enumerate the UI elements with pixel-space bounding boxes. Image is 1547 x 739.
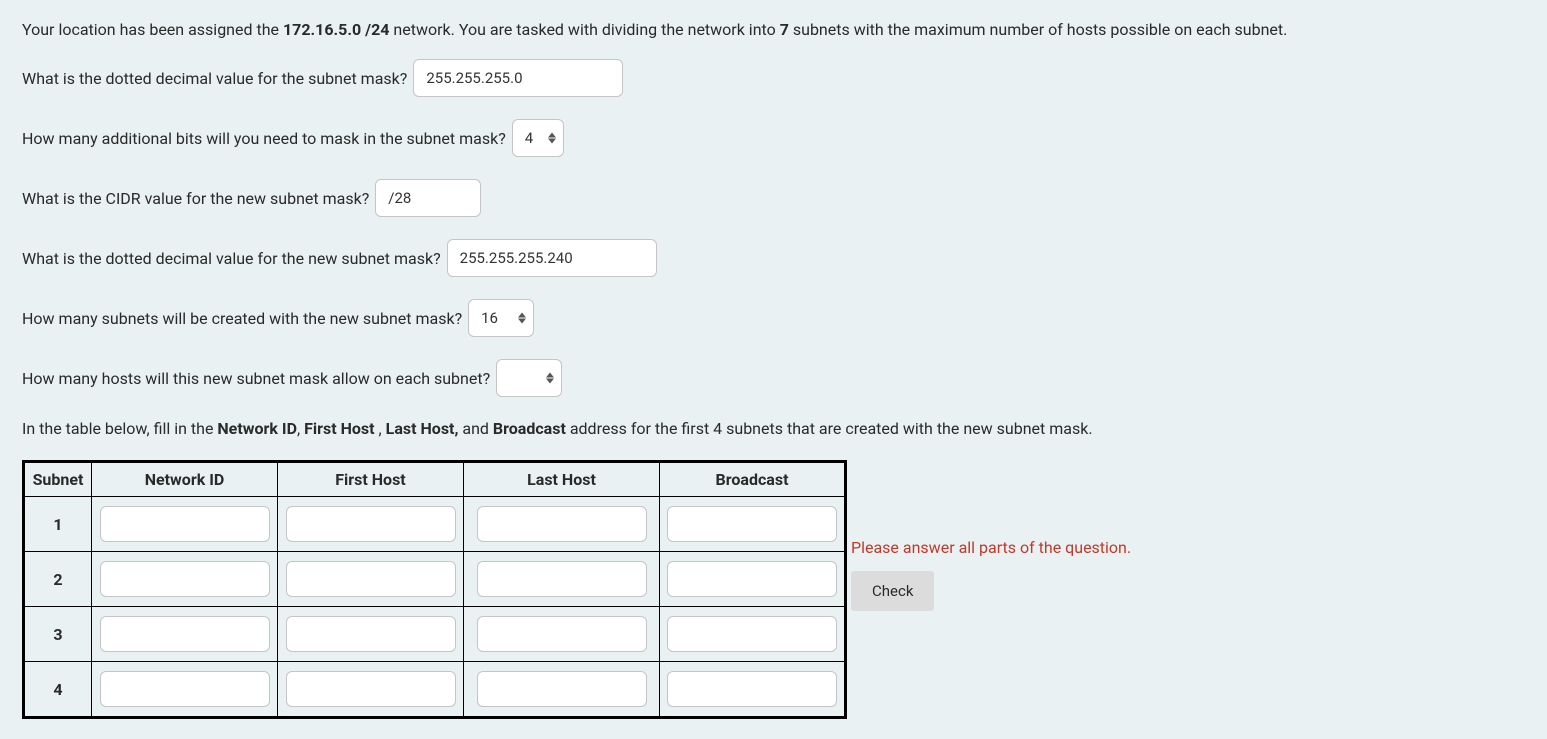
question-1-label: What is the dotted decimal value for the… (22, 69, 407, 88)
table-intro-text: In the table below, fill in the Network … (22, 419, 1525, 438)
header-broadcast: Broadcast (660, 462, 846, 497)
last-host-input[interactable] (477, 561, 647, 597)
cidr-input[interactable] (375, 179, 481, 217)
header-last-host: Last Host (464, 462, 660, 497)
header-first-host: First Host (278, 462, 464, 497)
error-message: Please answer all parts of the question. (851, 538, 1131, 557)
subnets-created-select[interactable]: 16 (468, 299, 534, 337)
table-intro-f1: Network ID (217, 419, 297, 438)
question-3-label: What is the CIDR value for the new subne… (22, 189, 369, 208)
network-id-input[interactable] (100, 506, 270, 542)
question-5-label: How many subnets will be created with th… (22, 309, 462, 328)
intro-network: 172.16.5.0 /24 (283, 20, 389, 39)
question-4-row: What is the dotted decimal value for the… (22, 239, 1525, 277)
table-intro-f3: Last Host, (386, 419, 459, 438)
broadcast-input[interactable] (667, 506, 837, 542)
table-row: 1 (24, 497, 846, 552)
new-subnet-mask-input[interactable] (447, 239, 657, 277)
question-6-label: How many hosts will this new subnet mask… (22, 369, 490, 388)
broadcast-input[interactable] (667, 671, 837, 707)
last-host-input[interactable] (477, 616, 647, 652)
hosts-per-subnet-select[interactable] (496, 359, 562, 397)
network-id-input[interactable] (100, 671, 270, 707)
question-2-row: How many additional bits will you need t… (22, 119, 1525, 157)
row-num: 3 (53, 625, 62, 644)
additional-bits-select[interactable]: 4 (512, 119, 564, 157)
table-intro-f2: First Host (304, 419, 374, 438)
last-host-input[interactable] (477, 506, 647, 542)
table-row: 4 (24, 662, 846, 718)
table-intro-sep3: and (458, 419, 493, 438)
header-network-id: Network ID (92, 462, 278, 497)
subnet-table: Subnet Network ID First Host Last Host B… (22, 460, 847, 719)
table-intro-prefix: In the table below, fill in the (22, 419, 217, 438)
table-row: 2 (24, 552, 846, 607)
intro-suffix: subnets with the maximum number of hosts… (789, 20, 1287, 39)
last-host-input[interactable] (477, 671, 647, 707)
subnet-mask-input[interactable] (413, 59, 623, 97)
row-num: 1 (53, 515, 62, 534)
table-row: 3 (24, 607, 846, 662)
question-4-label: What is the dotted decimal value for the… (22, 249, 441, 268)
question-6-row: How many hosts will this new subnet mask… (22, 359, 1525, 397)
row-num: 2 (53, 570, 62, 589)
broadcast-input[interactable] (667, 561, 837, 597)
intro-prefix: Your location has been assigned the (22, 20, 283, 39)
side-panel: Please answer all parts of the question.… (851, 460, 1131, 611)
question-3-row: What is the CIDR value for the new subne… (22, 179, 1525, 217)
network-id-input[interactable] (100, 561, 270, 597)
intro-text: Your location has been assigned the 172.… (22, 20, 1525, 39)
first-host-input[interactable] (286, 506, 456, 542)
question-1-row: What is the dotted decimal value for the… (22, 59, 1525, 97)
table-intro-f4: Broadcast (493, 419, 566, 438)
intro-middle: network. You are tasked with dividing th… (389, 20, 779, 39)
check-button[interactable]: Check (851, 571, 934, 611)
row-num: 4 (53, 680, 62, 699)
first-host-input[interactable] (286, 671, 456, 707)
network-id-input[interactable] (100, 616, 270, 652)
broadcast-input[interactable] (667, 616, 837, 652)
question-2-label: How many additional bits will you need t… (22, 129, 506, 148)
first-host-input[interactable] (286, 561, 456, 597)
header-subnet: Subnet (24, 462, 92, 497)
intro-count: 7 (780, 20, 789, 39)
question-5-row: How many subnets will be created with th… (22, 299, 1525, 337)
table-intro-sep2: , (375, 419, 386, 438)
table-intro-suffix: address for the first 4 subnets that are… (566, 419, 1093, 438)
first-host-input[interactable] (286, 616, 456, 652)
